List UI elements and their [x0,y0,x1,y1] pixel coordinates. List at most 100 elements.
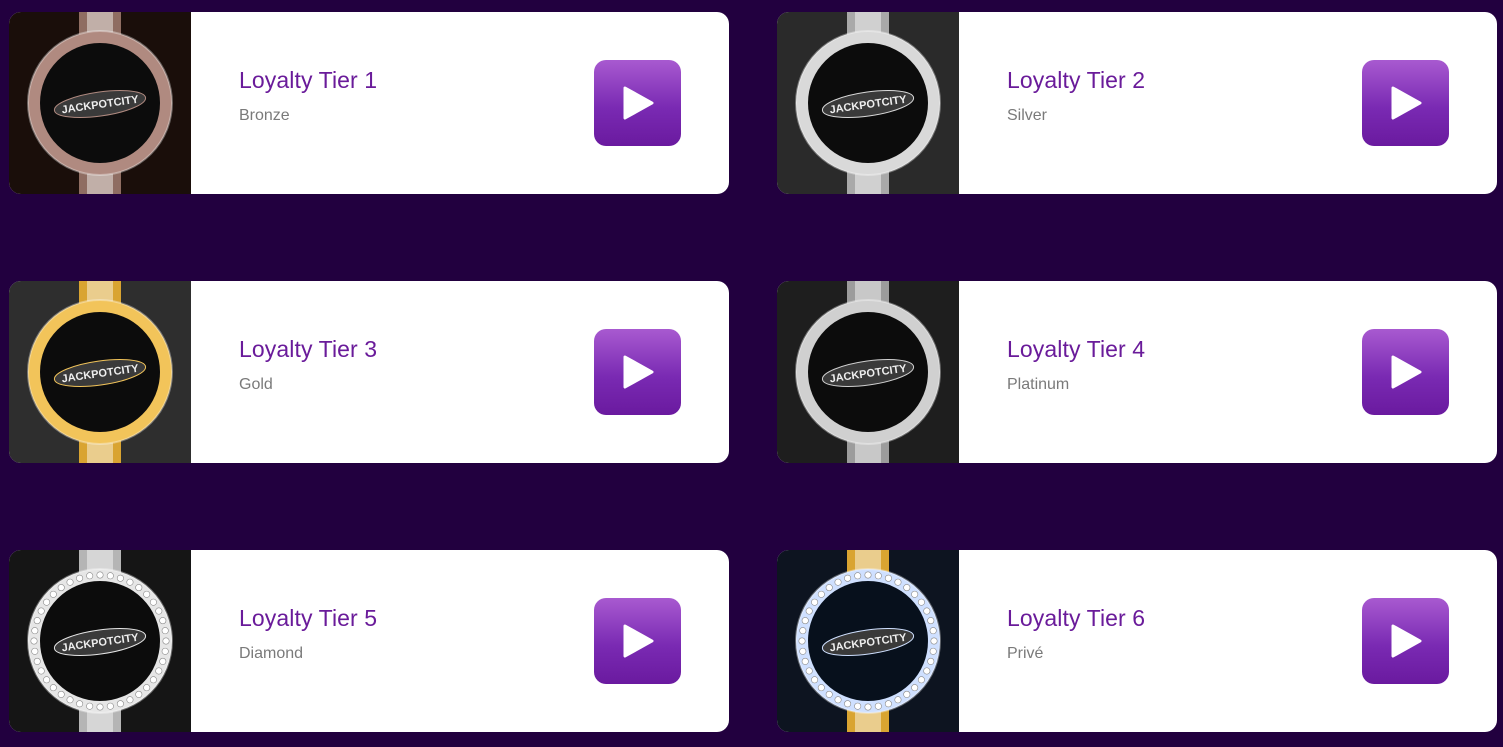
gem [854,572,862,580]
play-button[interactable] [594,329,681,415]
gem [923,607,931,615]
tier-subtitle: Diamond [239,645,304,662]
gem [159,657,167,665]
gem [43,598,51,606]
gem [161,627,169,635]
play-icon [623,86,653,120]
loyalty-tier-grid: JACKPOTCITY Loyalty Tier 1 Bronze JACKPO… [0,0,1503,747]
gem [844,700,852,708]
gem [864,703,872,711]
tier-card-4[interactable]: JACKPOTCITY Loyalty Tier 4 Platinum [777,281,1497,463]
gem [126,696,134,704]
gem [854,702,862,710]
tier-subtitle: Bronze [239,107,290,124]
gem [49,684,57,692]
gem [143,684,151,692]
gem [884,574,892,582]
tier-subtitle: Gold [239,376,273,393]
gem [834,578,842,586]
gem [805,667,813,675]
gem [799,647,807,655]
gem [86,572,94,580]
gem [884,700,892,708]
tier-title: Loyalty Tier 5 [239,605,378,631]
tier-title: Loyalty Tier 6 [1007,605,1146,631]
gem [161,647,169,655]
gem [116,574,124,582]
play-icon [623,355,653,389]
tier-card-6[interactable]: JACKPOTCITY Loyalty Tier 6 Privé [777,550,1497,732]
gem [155,667,163,675]
gem [135,690,143,698]
gem [799,627,807,635]
gem [923,667,931,675]
gem [917,598,925,606]
gem [149,598,157,606]
gem [874,702,882,710]
play-icon [1391,624,1421,658]
gem [66,696,74,704]
play-icon [1391,86,1421,120]
play-button[interactable] [1362,598,1449,684]
gem [57,584,65,592]
gold-badge-icon: JACKPOTCITY [9,281,191,463]
gem [811,676,819,684]
gem [929,627,937,635]
bronze-badge-icon: JACKPOTCITY [9,12,191,194]
tier-subtitle: Privé [1007,645,1044,662]
gem [805,607,813,615]
gem [911,590,919,598]
tier-info: Loyalty Tier 4 Platinum [959,281,1497,463]
gem [811,598,819,606]
gem [917,676,925,684]
gem [57,690,65,698]
gem [801,617,809,625]
gem [37,607,45,615]
gem [33,617,41,625]
play-button[interactable] [1362,329,1449,415]
tier-card-3[interactable]: JACKPOTCITY Loyalty Tier 3 Gold [9,281,729,463]
gem [825,584,833,592]
play-button[interactable] [594,60,681,146]
gem [903,584,911,592]
play-icon [623,624,653,658]
gem [43,676,51,684]
gem [149,676,157,684]
diamond-badge-icon: JACKPOTCITY [9,550,191,732]
silver-badge-icon: JACKPOTCITY [777,12,959,194]
gem [930,637,938,645]
gem [66,578,74,586]
tier-subtitle: Platinum [1007,376,1070,393]
play-button[interactable] [594,598,681,684]
tier-subtitle: Silver [1007,107,1048,124]
gem [162,637,170,645]
gem [894,578,902,586]
play-icon [1391,355,1421,389]
gem [135,584,143,592]
gem [159,617,167,625]
play-button[interactable] [1362,60,1449,146]
gem [49,590,57,598]
gem [894,696,902,704]
gem [126,578,134,586]
platinum-badge-icon: JACKPOTCITY [777,281,959,463]
gem [801,657,809,665]
tier-title: Loyalty Tier 2 [1007,67,1146,93]
gem [817,684,825,692]
gem [834,696,842,704]
tier-info: Loyalty Tier 6 Privé [959,550,1497,732]
gem [929,647,937,655]
tier-card-2[interactable]: JACKPOTCITY Loyalty Tier 2 Silver [777,12,1497,194]
gem [817,590,825,598]
tier-info: Loyalty Tier 2 Silver [959,12,1497,194]
gem [30,637,38,645]
tier-title: Loyalty Tier 1 [239,67,378,93]
gem [37,667,45,675]
gem [106,702,114,710]
tier-card-1[interactable]: JACKPOTCITY Loyalty Tier 1 Bronze [9,12,729,194]
tier-card-5[interactable]: JACKPOTCITY Loyalty Tier 5 Diamond [9,550,729,732]
gem [911,684,919,692]
gem [31,647,39,655]
gem [844,574,852,582]
gem [106,572,114,580]
